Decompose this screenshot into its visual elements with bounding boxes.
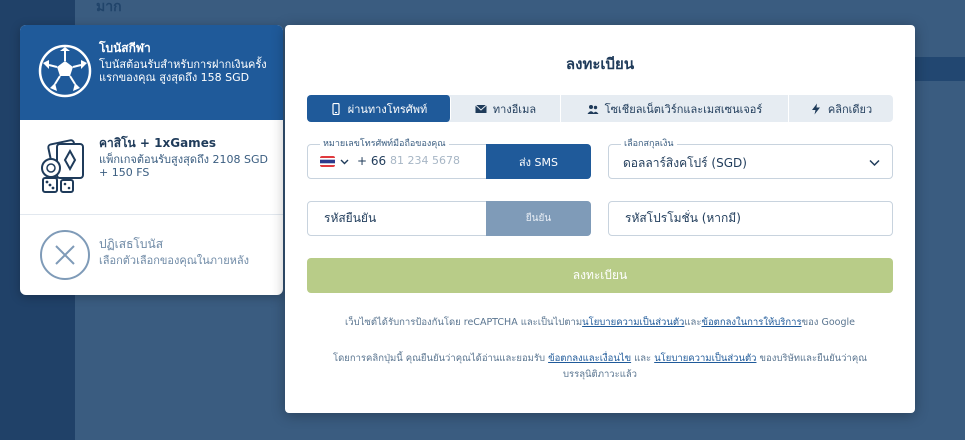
- phone-input[interactable]: [388, 153, 492, 168]
- chevron-down-icon[interactable]: [340, 157, 349, 166]
- bonus-description: โบนัสต้อนรับสำหรับการฝากเงินครั้งแรกของค…: [99, 58, 267, 84]
- register-modal: ลงทะเบียน ผ่านทางโทรศัพท์ ทางอีเมล โซเชี…: [285, 25, 915, 413]
- agreement-and: และ: [631, 353, 655, 364]
- users-icon: [587, 104, 599, 114]
- currency-select[interactable]: เลือกสกุลเงิน ดอลลาร์สิงคโปร์ (SGD): [608, 138, 893, 179]
- agreement-text: โดยการคลิกปุ่มนี้ คุณยืนยันว่าคุณได้อ่าน…: [332, 353, 549, 364]
- terms-of-service-link[interactable]: ข้อตกลงในการให้บริการ: [701, 317, 801, 328]
- bonus-description: เลือกตัวเลือกของคุณในภายหลัง: [99, 254, 250, 267]
- privacy-policy-link[interactable]: นโยบายความเป็นส่วนตัว: [582, 317, 684, 328]
- currency-value: ดอลลาร์สิงคโปร์ (SGD): [623, 156, 747, 170]
- confirm-code-button[interactable]: ยืนยัน: [486, 201, 591, 236]
- tab-email[interactable]: ทางอีเมล: [451, 95, 561, 122]
- modal-title: ลงทะเบียน: [565, 55, 635, 73]
- terms-conditions-link[interactable]: ข้อตกลงและเงื่อนไข: [548, 353, 631, 364]
- bonus-option-decline[interactable]: ปฏิเสธโบนัส เลือกตัวเลือกของคุณในภายหลัง: [20, 215, 283, 295]
- confirm-code-field: ยืนยัน: [307, 201, 591, 236]
- bonus-title: ปฏิเสธโบนัส: [99, 237, 164, 251]
- tab-social[interactable]: โซเชียลเน็ตเวิร์กและเมสเซนเจอร์: [561, 95, 789, 122]
- tab-label: ผ่านทางโทรศัพท์: [347, 102, 428, 116]
- tab-label: โซเชียลเน็ตเวิร์กและเมสเซนเจอร์: [604, 102, 763, 116]
- tab-phone[interactable]: ผ่านทางโทรศัพท์: [307, 95, 451, 122]
- chevron-down-icon: [869, 159, 880, 167]
- tab-label: คลิกเดียว: [827, 102, 873, 116]
- register-method-tabs: ผ่านทางโทรศัพท์ ทางอีเมล โซเชียลเน็ตเวิร…: [307, 95, 893, 122]
- envelope-icon: [475, 104, 487, 113]
- bonus-text: โบนัสกีฬา โบนัสต้อนรับสำหรับการฝากเงินคร…: [99, 41, 273, 84]
- confirm-code-input[interactable]: [322, 210, 486, 226]
- bonus-option-casino[interactable]: คาสิโน + 1xGames แพ็กเกจต้อนรับสูงสุดถึง…: [20, 120, 283, 215]
- soccer-ball-icon: [38, 44, 92, 98]
- bonus-text: คาสิโน + 1xGames แพ็กเกจต้อนรับสูงสุดถึง…: [99, 136, 273, 179]
- tab-one-click[interactable]: คลิกเดียว: [789, 95, 893, 122]
- register-button[interactable]: ลงทะเบียน: [307, 258, 893, 293]
- country-code: + 66: [357, 154, 387, 168]
- promo-code-input[interactable]: [623, 210, 877, 226]
- send-sms-button[interactable]: ส่ง SMS: [486, 144, 591, 179]
- recaptcha-text: เว็บไซต์ได้รับการป้องกันโดย reCAPTCHA แล…: [345, 317, 583, 328]
- cards-dice-icon: [41, 139, 84, 193]
- phone-label: หมายเลขโทรศัพท์มือถือของคุณ: [320, 138, 449, 150]
- thailand-flag-icon[interactable]: [320, 156, 335, 167]
- recaptcha-and: และ: [684, 317, 702, 328]
- bonus-title: โบนัสกีฬา: [99, 41, 151, 55]
- tab-label: ทางอีเมล: [492, 102, 537, 116]
- phone-field: หมายเลขโทรศัพท์มือถือของคุณ + 66 ส่ง SMS: [307, 138, 591, 179]
- bonus-title: คาสิโน + 1xGames: [99, 136, 216, 150]
- lightning-icon: [811, 103, 820, 114]
- currency-label: เลือกสกุลเงิน: [621, 138, 677, 150]
- bonus-option-sports[interactable]: โบนัสกีฬา โบนัสต้อนรับสำหรับการฝากเงินคร…: [20, 25, 283, 120]
- bonus-panel: โบนัสกีฬา โบนัสต้อนรับสำหรับการฝากเงินคร…: [20, 25, 283, 295]
- bonus-description: แพ็กเกจต้อนรับสูงสุดถึง 2108 SGD + 150 F…: [99, 153, 268, 179]
- decline-x-icon: [40, 230, 90, 280]
- promo-code-field: [608, 201, 893, 236]
- recaptcha-suffix: ของ Google: [801, 317, 855, 328]
- bonus-text: ปฏิเสธโบนัส เลือกตัวเลือกของคุณในภายหลัง: [99, 237, 273, 267]
- recaptcha-note: เว็บไซต์ได้รับการป้องกันโดย reCAPTCHA แล…: [315, 315, 885, 331]
- agreement-note: โดยการคลิกปุ่มนี้ คุณยืนยันว่าคุณได้อ่าน…: [325, 351, 875, 383]
- phone-icon: [332, 102, 340, 115]
- agreement-privacy-link[interactable]: นโยบายความเป็นส่วนตัว: [654, 353, 756, 364]
